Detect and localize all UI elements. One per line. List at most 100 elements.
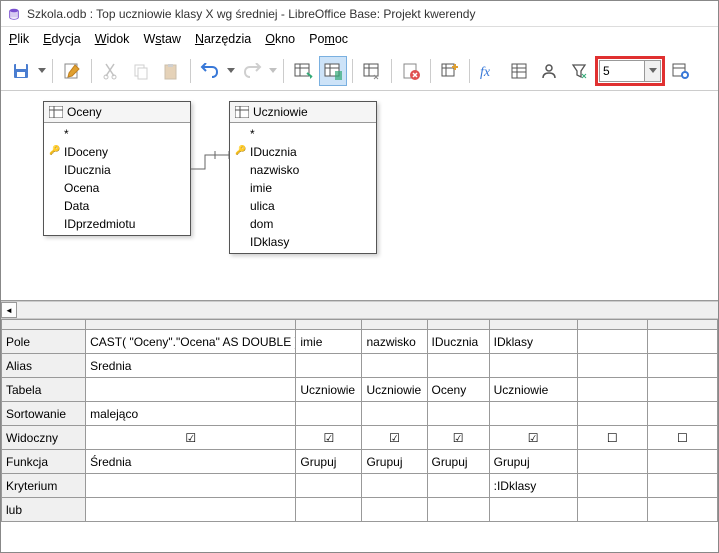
cell-kryterium[interactable] [296, 474, 362, 498]
cell-visible[interactable]: ☑ [296, 426, 362, 450]
aliases-button[interactable] [535, 56, 563, 86]
cell-funkcja[interactable]: Grupuj [427, 450, 489, 474]
cell-kryterium[interactable] [86, 474, 296, 498]
query-props-button[interactable] [667, 56, 695, 86]
cell-kryterium[interactable] [647, 474, 717, 498]
cell-tabela[interactable]: Uczniowie [296, 378, 362, 402]
cell-alias[interactable] [427, 354, 489, 378]
cell-visible[interactable]: ☑ [427, 426, 489, 450]
cell-tabela[interactable]: Uczniowie [362, 378, 427, 402]
menu-pomoc[interactable]: Pomoc [309, 32, 348, 46]
redo-dropdown[interactable] [268, 56, 278, 86]
cell-funkcja[interactable] [647, 450, 717, 474]
cell-tabela[interactable] [86, 378, 296, 402]
join-line[interactable] [191, 151, 231, 181]
cell-kryterium[interactable] [427, 474, 489, 498]
cell-lub[interactable] [86, 498, 296, 522]
menu-okno[interactable]: Okno [265, 32, 295, 46]
cell-pole[interactable] [647, 330, 717, 354]
clear-query-button[interactable] [397, 56, 425, 86]
cell-lub[interactable] [489, 498, 577, 522]
cell-visible[interactable]: ☑ [86, 426, 296, 450]
field-iducznia[interactable]: IDucznia [230, 143, 376, 161]
cell-sort[interactable]: malejąco [86, 402, 296, 426]
cell-pole[interactable]: IDklasy [489, 330, 577, 354]
cell-pole[interactable] [577, 330, 647, 354]
field-idprzedmiotu[interactable]: IDprzedmiotu [44, 215, 190, 233]
cell-sort[interactable] [489, 402, 577, 426]
edit-button[interactable] [58, 56, 86, 86]
cell-visible[interactable]: ☐ [577, 426, 647, 450]
col-header[interactable] [647, 320, 717, 330]
col-header[interactable] [296, 320, 362, 330]
cell-funkcja[interactable]: Średnia [86, 450, 296, 474]
field-dom[interactable]: dom [230, 215, 376, 233]
cell-funkcja[interactable]: Grupuj [489, 450, 577, 474]
scroll-left-button[interactable]: ◄ [1, 302, 17, 318]
table-oceny-header[interactable]: Oceny [44, 102, 190, 123]
field-nazwisko[interactable]: nazwisko [230, 161, 376, 179]
limit-dropdown[interactable] [645, 60, 661, 82]
cell-visible[interactable]: ☐ [647, 426, 717, 450]
col-header[interactable] [362, 320, 427, 330]
cell-pole[interactable]: CAST( "Oceny"."Ocena" AS DOUBLE ) [86, 330, 296, 354]
field-imie[interactable]: imie [230, 179, 376, 197]
cell-tabela[interactable] [577, 378, 647, 402]
save-dropdown[interactable] [37, 56, 47, 86]
horizontal-scrollbar[interactable]: ◄ [1, 301, 718, 319]
cell-lub[interactable] [577, 498, 647, 522]
tables-view-button[interactable] [505, 56, 533, 86]
col-header[interactable] [577, 320, 647, 330]
cell-kryterium[interactable] [577, 474, 647, 498]
field-idklasy[interactable]: IDklasy [230, 233, 376, 251]
copy-button[interactable] [127, 56, 155, 86]
field-iducznia[interactable]: IDucznia [44, 161, 190, 179]
cell-sort[interactable] [647, 402, 717, 426]
cell-alias[interactable] [362, 354, 427, 378]
cell-alias[interactable] [647, 354, 717, 378]
field-star[interactable]: * [44, 125, 190, 143]
col-header[interactable] [427, 320, 489, 330]
cell-sort[interactable] [296, 402, 362, 426]
cell-lub[interactable] [296, 498, 362, 522]
redo-button[interactable] [238, 56, 266, 86]
cell-kryterium[interactable]: :IDklasy [489, 474, 577, 498]
undo-button[interactable] [196, 56, 224, 86]
cell-pole[interactable]: nazwisko [362, 330, 427, 354]
distinct-button[interactable] [565, 56, 593, 86]
menu-widok[interactable]: Widok [95, 32, 130, 46]
menu-narzedzia[interactable]: Narzędzia [195, 32, 251, 46]
cell-sort[interactable] [577, 402, 647, 426]
cell-visible[interactable]: ☑ [489, 426, 577, 450]
cell-tabela[interactable]: Oceny [427, 378, 489, 402]
menu-plik[interactable]: Plik [9, 32, 29, 46]
cell-tabela[interactable]: Uczniowie [489, 378, 577, 402]
cell-lub[interactable] [427, 498, 489, 522]
cell-lub[interactable] [647, 498, 717, 522]
functions-button[interactable]: fx [475, 56, 503, 86]
undo-dropdown[interactable] [226, 56, 236, 86]
cell-visible[interactable]: ☑ [362, 426, 427, 450]
cell-alias[interactable] [577, 354, 647, 378]
table-uczniowie-header[interactable]: Uczniowie [230, 102, 376, 123]
cell-sort[interactable] [362, 402, 427, 426]
field-star[interactable]: * [230, 125, 376, 143]
cell-sort[interactable] [427, 402, 489, 426]
query-designer[interactable]: Oceny * IDoceny IDucznia Ocena Data IDpr… [1, 91, 718, 301]
cell-alias[interactable]: Srednia [86, 354, 296, 378]
col-header[interactable] [489, 320, 577, 330]
cut-button[interactable] [97, 56, 125, 86]
cell-funkcja[interactable] [577, 450, 647, 474]
cell-alias[interactable] [489, 354, 577, 378]
sql-view-dd-button[interactable] [358, 56, 386, 86]
run-query-button[interactable] [289, 56, 317, 86]
cell-funkcja[interactable]: Grupuj [362, 450, 427, 474]
cell-pole[interactable]: IDucznia [427, 330, 489, 354]
limit-input[interactable] [599, 60, 645, 82]
field-data[interactable]: Data [44, 197, 190, 215]
criteria-grid[interactable]: Pole CAST( "Oceny"."Ocena" AS DOUBLE ) i… [1, 319, 718, 522]
save-button[interactable] [7, 56, 35, 86]
table-uczniowie[interactable]: Uczniowie * IDucznia nazwisko imie ulica… [229, 101, 377, 254]
cell-kryterium[interactable] [362, 474, 427, 498]
cell-lub[interactable] [362, 498, 427, 522]
